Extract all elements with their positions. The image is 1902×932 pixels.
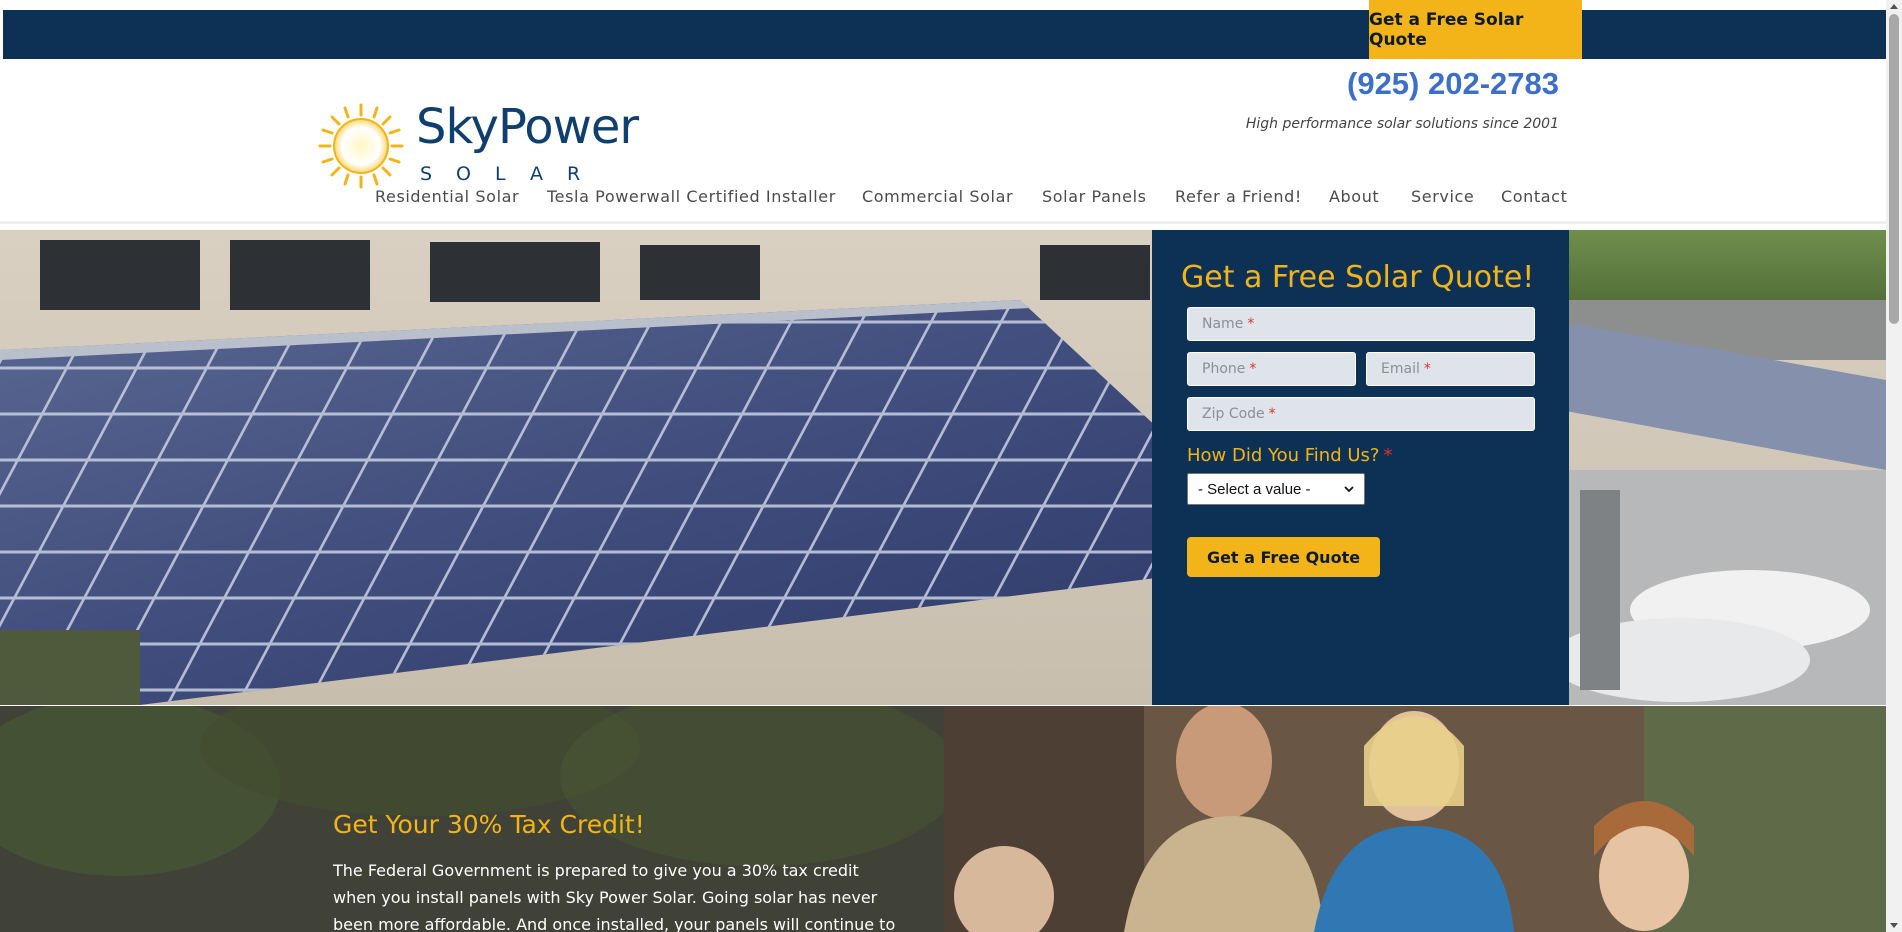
top-bar: Get a Free Solar Quote bbox=[3, 0, 1886, 59]
scroll-down-arrow-icon[interactable] bbox=[1890, 923, 1898, 928]
tax-credit-title: Get Your 30% Tax Credit! bbox=[333, 810, 645, 839]
tax-credit-body: The Federal Government is prepared to gi… bbox=[333, 861, 896, 932]
scroll-up-arrow-icon[interactable] bbox=[1890, 4, 1898, 9]
referral-source-select[interactable]: - Select a value - bbox=[1187, 473, 1365, 505]
zip-placeholder: Zip Code bbox=[1202, 406, 1265, 422]
quote-form-panel: Get a Free Solar Quote! Name * Phone * Ema… bbox=[1152, 230, 1569, 705]
nav-item-tesla-powerwall[interactable]: Tesla Powerwall Certified Installer bbox=[547, 187, 836, 206]
how-did-you-find-us-label: How Did You Find Us? * bbox=[1187, 445, 1392, 466]
email-field[interactable]: Email * bbox=[1366, 352, 1535, 386]
phone-placeholder: Phone bbox=[1202, 361, 1246, 377]
get-free-quote-button[interactable]: Get a Free Quote bbox=[1187, 537, 1380, 577]
required-marker: * bbox=[1268, 406, 1276, 422]
required-marker: * bbox=[1249, 361, 1257, 377]
required-marker: * bbox=[1247, 316, 1255, 332]
nav-item-commercial-solar[interactable]: Commercial Solar bbox=[862, 187, 1013, 206]
logo-subtitle: SOLAR bbox=[420, 163, 605, 185]
required-marker: * bbox=[1383, 445, 1393, 466]
sun-logo-icon bbox=[318, 103, 404, 189]
nav-item-about[interactable]: About bbox=[1329, 187, 1379, 206]
family-image bbox=[944, 706, 1886, 932]
nav-item-solar-panels[interactable]: Solar Panels bbox=[1042, 187, 1147, 206]
page-scrollbar[interactable] bbox=[1886, 0, 1902, 932]
logo-wordmark: SkyPower bbox=[416, 99, 639, 155]
tax-credit-section: Get Your 30% Tax Credit! The Federal Gov… bbox=[0, 706, 1886, 932]
hero-solar-panels-image bbox=[0, 230, 1886, 705]
phone-number[interactable]: (925) 202-2783 bbox=[1347, 66, 1559, 102]
tagline: High performance solar solutions since 2… bbox=[1245, 116, 1559, 132]
top-quote-button[interactable]: Get a Free Solar Quote bbox=[1369, 0, 1582, 59]
nav-item-contact[interactable]: Contact bbox=[1501, 187, 1567, 206]
required-marker: * bbox=[1423, 361, 1431, 377]
select-value: - Select a value - bbox=[1198, 480, 1311, 498]
name-field[interactable]: Name * bbox=[1187, 307, 1535, 341]
site-logo[interactable]: SkyPower SOLAR bbox=[316, 101, 639, 189]
nav-item-refer-a-friend[interactable]: Refer a Friend! bbox=[1175, 187, 1302, 206]
chevron-down-icon bbox=[1344, 485, 1354, 492]
family-photo bbox=[944, 706, 1886, 932]
name-placeholder: Name bbox=[1202, 316, 1244, 332]
nav-item-service[interactable]: Service bbox=[1411, 187, 1474, 206]
header-divider bbox=[0, 221, 1886, 224]
nav-item-residential-solar[interactable]: Residential Solar bbox=[375, 187, 519, 206]
main-nav: Residential Solar Tesla Powerwall Certif… bbox=[0, 187, 1902, 211]
email-placeholder: Email bbox=[1381, 361, 1420, 377]
scrollbar-thumb[interactable] bbox=[1889, 14, 1899, 324]
zip-code-field[interactable]: Zip Code * bbox=[1187, 397, 1535, 431]
find-label-text: How Did You Find Us? bbox=[1187, 445, 1380, 466]
hero-banner bbox=[0, 230, 1886, 705]
phone-field[interactable]: Phone * bbox=[1187, 352, 1356, 386]
quote-form-title: Get a Free Solar Quote! bbox=[1181, 260, 1535, 295]
